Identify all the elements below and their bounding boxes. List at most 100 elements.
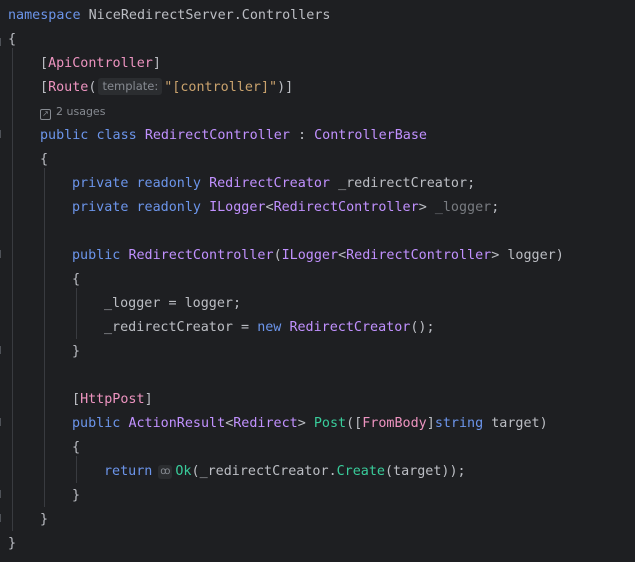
class-name: RedirectController [144,128,290,143]
brace: { [40,152,49,167]
type-name: ILogger [281,248,339,263]
fold-marker[interactable] [0,38,4,46]
code-line[interactable]: [Route(template: "[controller]")] [40,76,293,100]
fold-marker[interactable] [0,514,4,522]
code-line[interactable]: public RedirectController(ILogger<Redire… [72,244,564,268]
code-line[interactable]: namespace NiceRedirectServer.Controllers [8,4,330,28]
brace: } [72,488,81,503]
type-name: ActionResult [128,416,226,431]
colon: : [289,128,315,143]
code-line[interactable]: } [72,340,80,364]
fold-marker[interactable] [0,490,4,498]
keyword: string [434,416,484,431]
brace: { [72,440,81,455]
indent-guide [76,456,77,483]
namespace-name: NiceRedirectServer.Controllers [88,8,331,23]
field-ref: _redirectCreator [199,464,329,479]
field-ref: _logger [104,296,161,311]
attribute: HttpPost [80,392,145,407]
type-arg: RedirectController [273,200,419,215]
fold-marker[interactable] [0,346,4,354]
fold-marker[interactable] [0,130,4,138]
attribute: ApiController [48,56,153,71]
code-line[interactable]: _logger = logger; [104,292,241,316]
code-line[interactable]: public ActionResult<Redirect> Post([From… [72,412,548,436]
type-name: ILogger [209,200,266,215]
bracket: ] [152,56,161,71]
field-ref: _redirectCreator [104,320,233,335]
code-line[interactable]: } [40,508,48,532]
brace: { [72,272,81,287]
method-call: Create [336,464,385,479]
attribute: Route [48,80,89,95]
call: (); [410,320,435,335]
brace: } [40,512,49,527]
method-name: Post [313,416,347,431]
code-line[interactable]: } [72,484,80,508]
keyword: public [72,248,121,263]
code-line[interactable]: { [40,148,48,172]
dot: . [328,464,337,479]
paren: )] [277,80,294,95]
angle: > [297,416,306,431]
attribute: FromBody [362,416,427,431]
code-line[interactable]: { [8,28,16,52]
angle: > [418,200,427,215]
brace: } [8,536,17,551]
type-arg: RedirectController [346,248,492,263]
code-line[interactable]: [ApiController] [40,52,161,76]
usages-label: 2 usages [56,105,106,118]
assignment: = logger; [160,296,242,311]
indent-guide [44,168,45,507]
keyword: class [96,128,137,143]
code-line[interactable]: { [72,436,80,460]
keyword: new [257,320,282,335]
paren: ( [191,464,200,479]
code-line[interactable]: { [72,268,80,292]
hint-icon[interactable]: ꝏ [158,465,173,479]
code-line[interactable]: [HttpPost] [72,388,153,412]
keyword: readonly [136,200,202,215]
keyword: public [72,416,121,431]
external-link-icon: ↗ [40,109,51,120]
code-line[interactable]: return ꝏ Ok(_redirectCreator.Create(target… [104,460,466,484]
string-literal: "[controller]" [164,80,278,95]
paren: ( [273,248,282,263]
code-line[interactable]: } [8,532,16,556]
field-name: _redirectCreator [338,176,468,191]
semicolon: ; [467,176,476,191]
keyword: return [104,464,153,479]
indent-guide [12,48,13,531]
code-editor[interactable]: namespace NiceRedirectServer.Controllers… [0,0,635,562]
keyword: private [72,200,129,215]
base-class: ControllerBase [314,128,427,143]
brace: } [72,344,81,359]
parameter: target) [483,416,548,431]
method-call: Ok [175,464,192,479]
usages-hint[interactable]: ↗ 2 usages [40,100,105,124]
unused-field: _logger [434,200,492,215]
angle: < [338,248,347,263]
constructor-name: RedirectController [128,248,274,263]
parameter-hint: template: [98,78,163,95]
code-line[interactable]: _redirectCreator = new RedirectCreator()… [104,316,435,340]
code-line[interactable]: private readonly ILogger<RedirectControl… [72,196,499,220]
bracket: [ [40,80,49,95]
keyword: namespace [8,8,81,23]
keyword: public [40,128,89,143]
fold-marker[interactable] [0,250,4,258]
bracket: ] [144,392,153,407]
keyword: readonly [136,176,202,191]
type-arg: Redirect [233,416,298,431]
bracket: ] [426,416,435,431]
code-line[interactable]: private readonly RedirectCreator _redire… [72,172,475,196]
fold-marker[interactable] [0,418,4,426]
keyword: private [72,176,129,191]
type-name: RedirectCreator [289,320,411,335]
code-line[interactable]: public class RedirectController : Contro… [40,124,427,148]
paren: ([ [346,416,363,431]
operator: = [233,320,258,335]
type-name: RedirectCreator [209,176,330,191]
angle: < [265,200,274,215]
bracket: [ [72,392,81,407]
